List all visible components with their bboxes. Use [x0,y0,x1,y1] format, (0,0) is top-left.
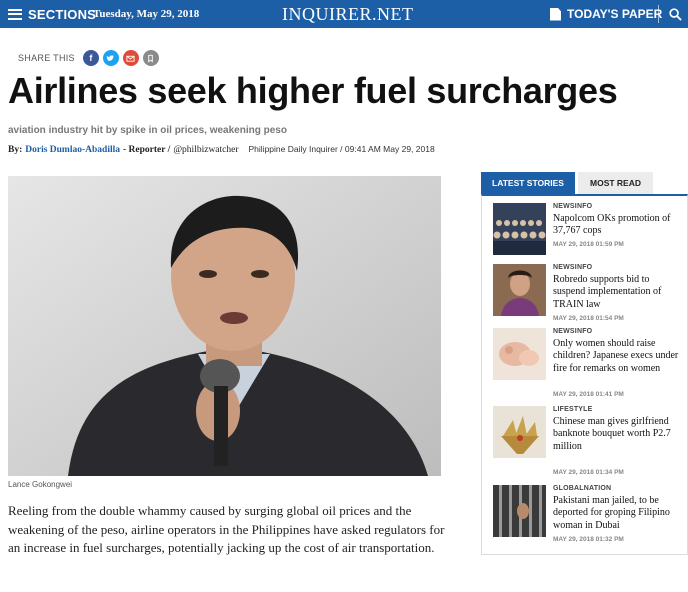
story-title[interactable]: Napolcom OKs promotion of 37,767 cops [553,213,683,238]
article-subheadline: aviation industry hit by spike in oil pr… [8,125,287,136]
story-thumbnail[interactable] [493,406,546,458]
story-category[interactable]: NEWSINFO [553,264,592,271]
author-twitter-handle[interactable]: @philbizwatcher [173,145,238,155]
twitter-icon[interactable] [102,50,119,66]
bookmark-icon[interactable] [142,50,159,66]
story-title[interactable]: Pakistani man jailed, to be deported for… [553,495,683,532]
story-thumbnail[interactable] [493,485,546,537]
facebook-icon[interactable]: f [82,50,99,66]
document-icon [550,7,561,21]
article-photo [8,176,441,476]
story-timestamp: MAY 29, 2018 01:59 PM [553,241,624,248]
article-source-timestamp: Philippine Daily Inquirer / 09:41 AM May… [248,144,435,154]
story-category[interactable]: NEWSINFO [553,328,592,335]
story-timestamp: MAY 29, 2018 01:32 PM [553,536,624,543]
story-title[interactable]: Chinese man gives girlfriend banknote bo… [553,416,683,453]
sidebar-story[interactable]: NEWSINFO Robredo supports bid to suspend… [493,264,683,324]
sections-label: SECTIONS [28,6,97,22]
byline-prefix: By: [8,145,23,155]
author-link[interactable]: Doris Dumlao-Abadilla [25,145,120,155]
divider [658,5,659,23]
header-date: Tuesday, May 29, 2018 [93,8,200,20]
author-role: - Reporter / [123,145,171,155]
tab-most-read[interactable]: MOST READ [578,172,653,195]
site-logo[interactable]: INQUIRER.NET [282,0,413,28]
search-button[interactable] [664,0,686,28]
story-timestamp: MAY 29, 2018 01:34 PM [553,469,624,476]
story-timestamp: MAY 29, 2018 01:54 PM [553,315,624,322]
sidebar-story[interactable]: LIFESTYLE Chinese man gives girlfriend b… [493,406,683,476]
story-thumbnail[interactable] [493,203,546,255]
top-navigation-bar: SECTIONS Tuesday, May 29, 2018 INQUIRER.… [0,0,688,28]
sidebar-story[interactable]: NEWSINFO Only women should raise childre… [493,328,683,398]
byline: By: Doris Dumlao-Abadilla - Reporter / @… [8,144,435,155]
todays-paper-link[interactable]: TODAY'S PAPER [550,0,662,28]
story-title[interactable]: Only women should raise children? Japane… [553,338,683,375]
share-label: SHARE THIS [18,53,75,63]
story-title[interactable]: Robredo supports bid to suspend implemen… [553,274,683,311]
speaker-photo-illustration [8,176,441,476]
sidebar-tabs: LATEST STORIES MOST READ [481,172,681,195]
article-headline: Airlines seek higher fuel surcharges [8,70,618,111]
sections-menu-button[interactable]: SECTIONS [8,0,96,28]
story-category[interactable]: GLOBALNATION [553,485,611,492]
tab-latest-stories[interactable]: LATEST STORIES [481,172,575,195]
article-body-paragraph: Reeling from the double whammy caused by… [8,503,445,555]
sidebar-story[interactable]: NEWSINFO Napolcom OKs promotion of 37,76… [493,203,683,263]
story-timestamp: MAY 29, 2018 01:41 PM [553,391,624,398]
email-icon[interactable] [122,50,139,66]
todays-paper-label: TODAY'S PAPER [567,7,663,21]
story-thumbnail[interactable] [493,264,546,316]
story-thumbnail[interactable] [493,328,546,380]
story-category[interactable]: NEWSINFO [553,203,592,210]
share-bar: SHARE THIS f [18,50,163,66]
photo-caption: Lance Gokongwei [8,480,73,489]
sidebar-story[interactable]: GLOBALNATION Pakistani man jailed, to be… [493,485,683,545]
hamburger-icon [8,8,22,20]
story-category[interactable]: LIFESTYLE [553,406,593,413]
search-icon [668,7,682,21]
